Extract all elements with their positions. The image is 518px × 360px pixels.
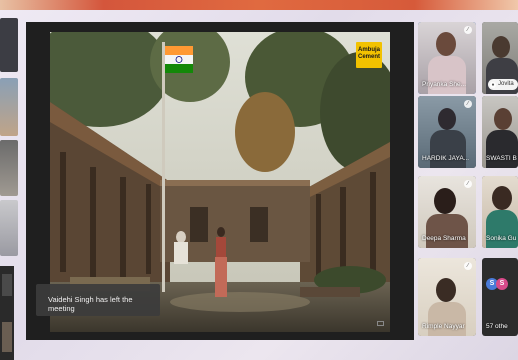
participant-tile[interactable]: ∕ Priyanka She... <box>418 22 476 94</box>
left-thumbnail[interactable] <box>0 18 18 72</box>
logo-line-2: Cement <box>357 54 380 60</box>
participant-tile[interactable]: ● Jovita <box>482 22 518 94</box>
top-banner-strip <box>0 0 518 10</box>
participant-body <box>428 56 466 94</box>
mic-muted-icon: ∕ <box>464 26 472 34</box>
left-thumbnail-lower[interactable] <box>0 266 14 360</box>
mic-icon: ● <box>490 82 496 88</box>
participant-avatar <box>492 36 510 58</box>
participant-tile[interactable]: ∕ Rimple Nayyar <box>418 258 476 336</box>
participant-avatar <box>434 188 456 214</box>
participant-name: SWASTI B <box>486 155 517 162</box>
participant-body <box>486 210 518 248</box>
participant-avatar <box>438 108 456 130</box>
other-avatar: S <box>496 278 508 290</box>
left-thumbnail[interactable] <box>0 200 18 256</box>
fullscreen-icon[interactable] <box>377 321 384 326</box>
ambuja-cement-logo: Ambuja Cement <box>356 42 382 68</box>
participant-tile[interactable]: SWASTI B <box>482 96 518 168</box>
mic-muted-icon: ∕ <box>464 180 472 188</box>
participant-name: Priyanka She... <box>422 81 467 88</box>
participant-tile[interactable]: ∕ HARDIK JAYA... <box>418 96 476 168</box>
meeting-stage: Ambuja Cement Vaidehi Singh has left the… <box>26 22 414 340</box>
participant-name: Jovita <box>498 81 514 87</box>
mic-muted-icon: ∕ <box>464 262 472 270</box>
participant-body <box>428 302 466 336</box>
left-thumbnail[interactable] <box>0 78 18 136</box>
participant-name: Sonika Gu <box>486 235 517 242</box>
participant-avatar <box>492 186 512 210</box>
participant-left-notification: Vaidehi Singh has left the meeting <box>36 284 160 316</box>
others-count-label: 57 othe <box>486 323 508 330</box>
participant-name: Deepa Sharma <box>422 235 466 242</box>
left-thumbnail[interactable] <box>0 140 18 196</box>
participant-tile[interactable]: Sonika Gu <box>482 176 518 248</box>
mic-muted-icon: ∕ <box>464 100 472 108</box>
participant-body <box>486 130 518 168</box>
participant-body <box>430 130 466 168</box>
participant-tile[interactable]: ∕ Deepa Sharma <box>418 176 476 248</box>
participant-avatar <box>436 278 456 302</box>
logo-line-1: Ambuja <box>357 47 380 53</box>
participant-body <box>426 214 468 248</box>
participant-avatar <box>494 108 512 130</box>
participant-avatar <box>436 32 456 56</box>
others-tile[interactable]: S S 57 othe <box>482 258 518 336</box>
participant-name: HARDIK JAYA... <box>422 155 470 162</box>
notification-text: Vaidehi Singh has left the meeting <box>48 295 133 313</box>
participant-name: Rimple Nayyar <box>422 323 465 330</box>
